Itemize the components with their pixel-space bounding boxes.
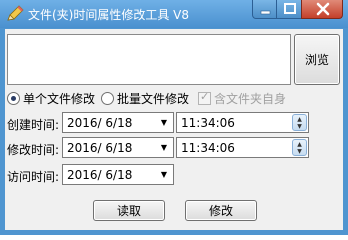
batch-file-radio[interactable] (101, 91, 114, 105)
include-folder-option: 含文件夹自身 (198, 89, 286, 107)
file-drop-area[interactable] (7, 34, 291, 85)
maximize-icon (284, 3, 296, 14)
pencil-icon (5, 4, 25, 24)
single-file-option[interactable]: 单个文件修改 (7, 89, 95, 107)
close-button[interactable] (301, 0, 343, 19)
created-time-value: 11:34:06 (181, 116, 235, 130)
batch-file-label: 批量文件修改 (117, 91, 190, 106)
modify-button[interactable]: 修改 (185, 200, 257, 221)
browse-button[interactable]: 浏览 (294, 34, 340, 85)
batch-file-option[interactable]: 批量文件修改 (101, 89, 189, 107)
include-folder-label: 含文件夹自身 (214, 91, 287, 106)
window-title: 文件(夹)时间属性修改工具 V8 (28, 8, 190, 22)
single-file-radio[interactable] (7, 91, 20, 105)
chevron-down-icon[interactable]: ▼ (156, 166, 172, 183)
modified-time-picker[interactable]: 11:34:06 ▲ ▼ (176, 137, 309, 158)
chevron-down-icon[interactable]: ▼ (156, 114, 172, 131)
modified-time-value: 11:34:06 (181, 141, 235, 155)
accessed-time-label: 访问时间: (7, 170, 60, 184)
accessed-date-picker[interactable]: 2016/ 6/18 ▼ (62, 164, 174, 185)
minimize-icon (260, 10, 271, 15)
client-area: 浏览 单个文件修改 批量文件修改 含文件夹自身 创建时间: 2016/ 6/18… (5, 29, 343, 230)
modified-time-label: 修改时间: (7, 143, 60, 157)
chevron-down-icon[interactable]: ▼ (156, 139, 172, 156)
app-window: 文件(夹)时间属性修改工具 V8 浏览 单个文件修改 批量文件修改 ✓ 含文件夹… (0, 0, 348, 235)
single-file-label: 单个文件修改 (23, 91, 96, 106)
title-bar[interactable]: 文件(夹)时间属性修改工具 V8 (0, 0, 348, 28)
accessed-date-value: 2016/ 6/18 (67, 168, 133, 182)
modified-date-picker[interactable]: 2016/ 6/18 ▼ (62, 137, 174, 158)
minimize-button[interactable] (252, 0, 277, 19)
include-folder-checkbox (198, 90, 211, 105)
modified-date-value: 2016/ 6/18 (67, 141, 133, 155)
created-date-value: 2016/ 6/18 (67, 116, 133, 130)
spinner-icon[interactable]: ▲ ▼ (292, 139, 307, 156)
created-date-picker[interactable]: 2016/ 6/18 ▼ (62, 112, 174, 133)
close-icon (316, 2, 330, 16)
created-time-picker[interactable]: 11:34:06 ▲ ▼ (176, 112, 309, 133)
maximize-button[interactable] (276, 0, 302, 19)
read-button[interactable]: 读取 (93, 200, 165, 221)
created-time-label: 创建时间: (7, 118, 60, 132)
spinner-icon[interactable]: ▲ ▼ (292, 114, 307, 131)
